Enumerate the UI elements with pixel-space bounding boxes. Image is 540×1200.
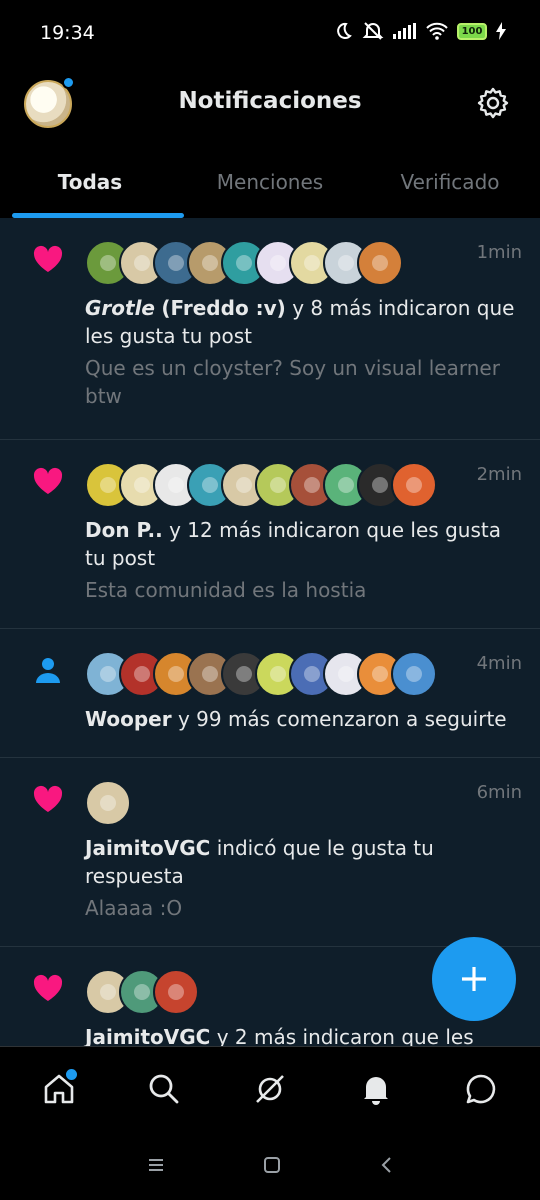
bottom-nav <box>0 1046 540 1130</box>
actor-name[interactable]: JaimitoVGC <box>85 836 210 860</box>
actor-name[interactable]: JaimitoVGC <box>85 1025 210 1046</box>
notification-time: 6min <box>476 782 522 803</box>
notification-item[interactable]: 6min JaimitoVGC indicó que le gusta tu r… <box>0 758 540 947</box>
notification-time: 1min <box>476 242 522 263</box>
notification-item[interactable]: 2min Don P.. y 12 más indicaron que les … <box>0 440 540 629</box>
tab-menciones[interactable]: Menciones <box>180 156 360 216</box>
nav-notifications[interactable] <box>346 1059 406 1119</box>
signal-icon <box>393 23 416 39</box>
actor-name[interactable]: Don P.. <box>85 518 163 542</box>
status-icons: 100 <box>333 20 506 42</box>
heart-icon <box>33 467 63 494</box>
notification-feed[interactable]: 1min Grotle (Freddo :v) y 8 más indicaro… <box>0 218 540 1046</box>
notification-action: y 2 más indicaron que les <box>216 1025 474 1046</box>
person-icon <box>36 658 60 683</box>
notification-item[interactable]: 4min Wooper y 99 más comenzaron a seguir… <box>0 629 540 758</box>
post-preview[interactable]: Esta comunidad es la hostia <box>85 576 520 604</box>
actor-avatar[interactable] <box>153 969 199 1015</box>
compose-button[interactable] <box>432 937 516 1021</box>
actor-name[interactable]: Wooper <box>85 707 172 731</box>
battery-indicator: 100 <box>457 22 487 40</box>
notification-item[interactable]: 1min Grotle (Freddo :v) y 8 más indicaro… <box>0 218 540 440</box>
actor-avatar[interactable] <box>85 780 131 826</box>
moon-icon <box>337 22 352 39</box>
notification-text: JaimitoVGC y 2 más indicaron que les <box>85 1023 520 1046</box>
notification-time: 2min <box>476 464 522 485</box>
heart-icon <box>33 785 63 812</box>
notification-text: Wooper y 99 más comenzaron a seguirte <box>85 705 520 733</box>
notification-action: y 99 más comenzaron a seguirte <box>177 707 507 731</box>
notification-time: 4min <box>476 653 522 674</box>
page-title: Notificaciones <box>178 88 362 114</box>
post-preview[interactable]: Que es un cloyster? Soy un visual learne… <box>85 354 520 410</box>
actor-avatar[interactable] <box>391 651 437 697</box>
settings-gear-icon[interactable] <box>476 86 510 120</box>
nav-messages[interactable] <box>451 1059 511 1119</box>
heart-icon <box>33 974 63 1001</box>
tab-bar: Todas Menciones Verificado <box>0 156 540 218</box>
home-unread-dot <box>65 1068 77 1080</box>
tab-todas[interactable]: Todas <box>0 156 180 216</box>
tab-verificado[interactable]: Verificado <box>360 156 540 216</box>
muted-bell-icon <box>362 22 384 40</box>
notification-text: Grotle (Freddo :v) y 8 más indicaron que… <box>85 294 520 350</box>
notification-text: Don P.. y 12 más indicaron que les gusta… <box>85 516 520 572</box>
status-time: 19:34 <box>40 22 95 44</box>
header: Notificaciones Todas Menciones Verificad… <box>0 66 540 218</box>
search-icon <box>149 1074 179 1103</box>
nav-search[interactable] <box>134 1059 194 1119</box>
grok-icon <box>256 1074 284 1103</box>
post-preview[interactable]: Alaaaa :O <box>85 894 520 922</box>
actor-avatar[interactable] <box>357 240 403 286</box>
back-icon[interactable] <box>379 1156 393 1174</box>
nav-grok[interactable] <box>240 1059 300 1119</box>
actor-name-secondary[interactable]: (Freddo :v) <box>161 296 285 320</box>
nav-home[interactable] <box>29 1059 89 1119</box>
actor-avatars[interactable] <box>85 780 520 826</box>
actor-avatars[interactable] <box>85 651 520 697</box>
actor-avatars[interactable] <box>85 462 520 508</box>
actor-avatar[interactable] <box>391 462 437 508</box>
wifi-icon <box>426 22 448 40</box>
status-bar: 19:34 100 <box>0 0 540 66</box>
menu-icon[interactable] <box>147 1157 165 1173</box>
actor-avatars[interactable] <box>85 240 520 286</box>
bell-icon <box>363 1076 388 1105</box>
messages-icon <box>466 1074 496 1103</box>
actor-name[interactable]: Grotle <box>85 296 155 320</box>
plus-icon <box>462 967 486 991</box>
notification-text: JaimitoVGC indicó que le gusta tu respue… <box>85 834 520 890</box>
charging-icon <box>496 22 506 40</box>
heart-icon <box>33 245 63 272</box>
system-nav-bar <box>0 1130 540 1200</box>
home-square-icon[interactable] <box>263 1156 281 1174</box>
